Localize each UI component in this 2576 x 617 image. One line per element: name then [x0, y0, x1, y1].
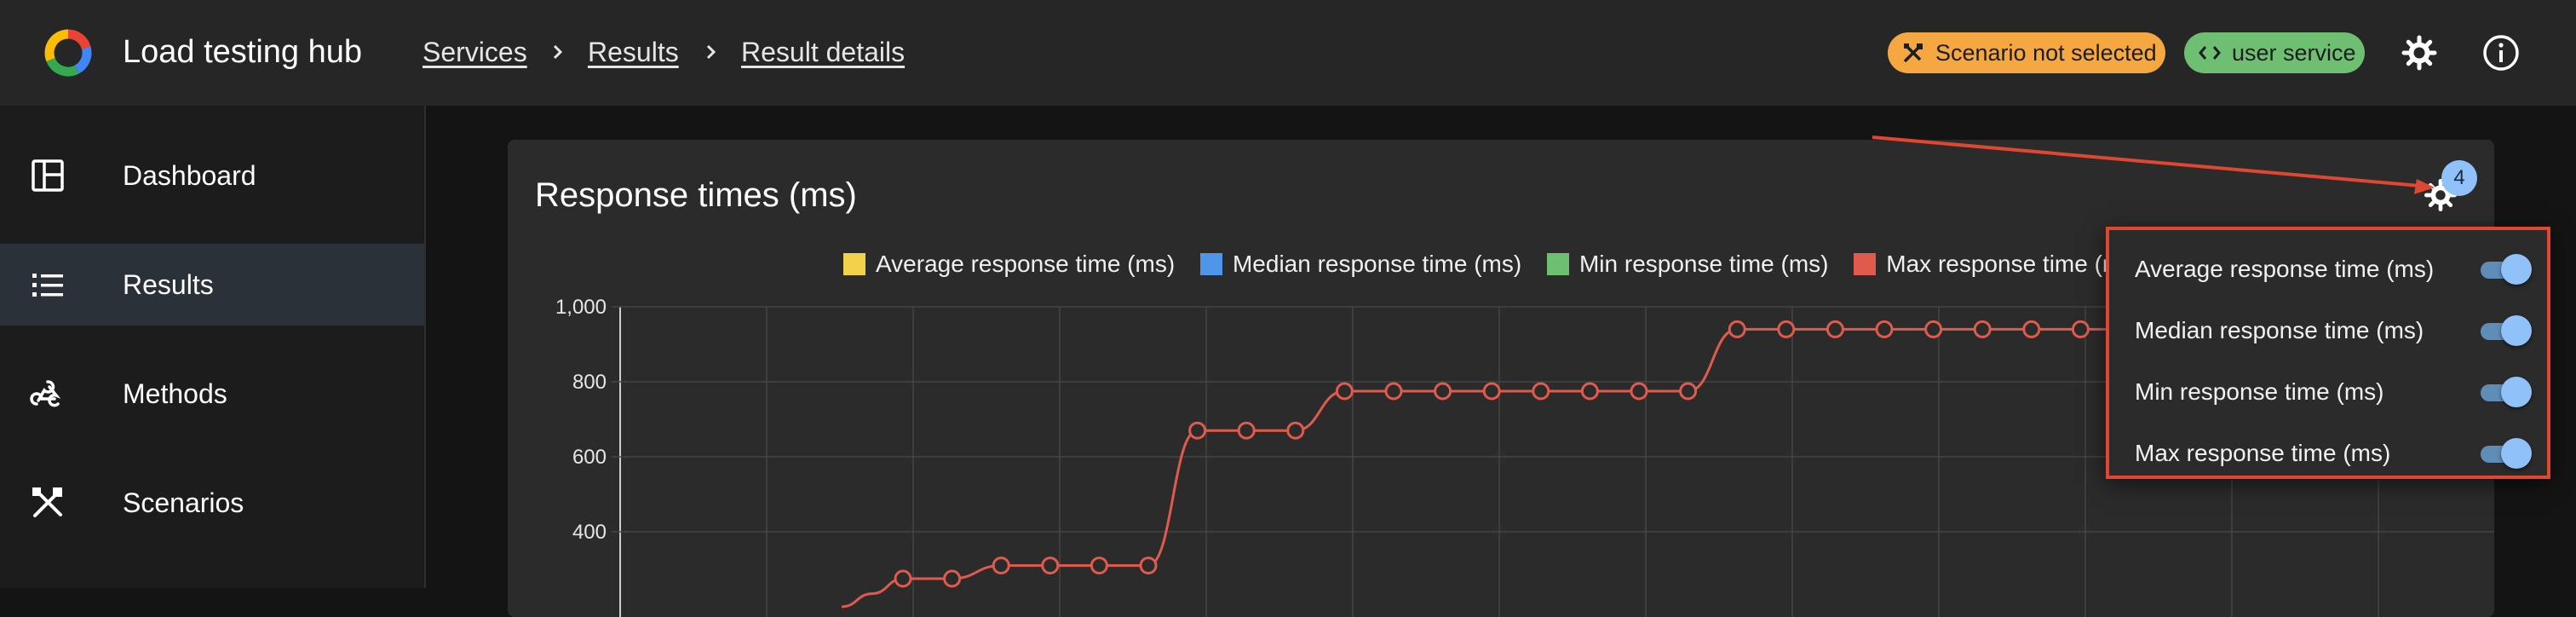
settings-count-badge: 4: [2441, 160, 2477, 196]
data-point-max: [1777, 320, 1796, 338]
app-header: Load testing hub Services Results Result…: [0, 0, 2576, 106]
data-point-max: [1532, 382, 1550, 401]
data-point-max: [1237, 421, 1256, 440]
card-title: Response times (ms): [535, 176, 857, 214]
service-chip-label: user service: [2232, 40, 2356, 66]
data-point-max: [1482, 382, 1501, 401]
series-toggle-row-average: Average response time (ms): [2135, 249, 2532, 290]
legend-label: Median response time (ms): [1232, 251, 1522, 277]
sidebar-item-label: Methods: [123, 378, 227, 409]
data-point-max: [1286, 421, 1305, 440]
settings-gear-icon[interactable]: [2399, 32, 2440, 73]
breadcrumb-result-details[interactable]: Result details: [741, 34, 905, 70]
app-title[interactable]: Load testing hub: [123, 32, 362, 72]
data-point-max: [1188, 421, 1207, 440]
median-series-toggle[interactable]: [2481, 315, 2532, 346]
y-tick-label: 1,000: [555, 296, 607, 319]
app-logo-icon[interactable]: [43, 27, 94, 78]
series-toggle-label: Median response time (ms): [2135, 317, 2424, 343]
switch-thumb: [2501, 377, 2532, 407]
series-toggle-label: Average response time (ms): [2135, 256, 2435, 282]
data-point-max: [1580, 382, 1599, 401]
series-toggle-row-min: Min response time (ms): [2135, 372, 2532, 412]
scenario-status-chip[interactable]: Scenario not selected: [1888, 32, 2165, 73]
data-point-max: [1384, 382, 1403, 401]
webhook-icon: [30, 380, 61, 407]
sidebar-item-scenarios[interactable]: Scenarios: [0, 462, 424, 544]
tools-icon: [32, 487, 62, 517]
data-point-max: [2071, 320, 2090, 338]
legend-swatch: [843, 253, 865, 275]
series-toggle-row-max: Max response time (ms): [2135, 433, 2532, 474]
sidebar-item-label: Scenarios: [123, 487, 244, 518]
legend-label: Min response time (ms): [1578, 251, 1829, 277]
chevron-right-icon: [553, 44, 563, 60]
sidebar-item-results[interactable]: Results: [0, 244, 424, 326]
legend-label: Average response time (ms): [876, 251, 1176, 277]
series-toggle-label: Min response time (ms): [2135, 378, 2384, 405]
data-point-max: [1973, 320, 1992, 338]
dashboard-icon: [32, 159, 64, 192]
sidebar-item-methods[interactable]: Methods: [0, 353, 424, 435]
legend-swatch: [1854, 253, 1877, 275]
legend-item-average[interactable]: Average response time (ms): [843, 247, 1175, 281]
switch-thumb: [2501, 315, 2532, 346]
sidebar-item-dashboard[interactable]: Dashboard: [0, 135, 424, 216]
data-point-max: [1434, 382, 1452, 401]
chevron-right-icon: [706, 44, 716, 60]
data-point-max: [894, 569, 912, 588]
sidebar-item-label: Dashboard: [123, 160, 256, 191]
tools-icon: [1903, 43, 1923, 63]
data-point-max: [1090, 556, 1108, 575]
data-point-max: [1875, 320, 1894, 338]
breadcrumb-services[interactable]: Services: [423, 34, 527, 70]
data-point-max: [992, 556, 1010, 575]
y-tick-label: 800: [572, 371, 607, 394]
code-icon: [2199, 46, 2221, 60]
info-icon[interactable]: [2481, 32, 2521, 73]
data-point-max: [1041, 556, 1060, 575]
service-chip[interactable]: user service: [2184, 32, 2365, 73]
data-point-max: [1728, 320, 1746, 338]
data-point-max: [1139, 556, 1158, 575]
series-settings-popup: Average response time (ms) Median respon…: [2106, 227, 2550, 479]
breadcrumb-results[interactable]: Results: [588, 34, 679, 70]
max-series-toggle[interactable]: [2481, 438, 2532, 469]
series-toggle-row-median: Median response time (ms): [2135, 310, 2532, 351]
sidebar-item-label: Results: [123, 269, 214, 300]
data-point-max: [943, 569, 962, 588]
switch-thumb: [2501, 254, 2532, 285]
legend-item-max[interactable]: Max response time (ms): [1854, 247, 2142, 281]
legend-label: Max response time (ms): [1886, 251, 2142, 277]
legend-swatch: [1546, 253, 1569, 275]
chart-legend: Average response time (ms) Median respon…: [843, 247, 2161, 281]
data-point-max: [1630, 382, 1648, 401]
legend-item-min[interactable]: Min response time (ms): [1546, 247, 1829, 281]
data-point-max: [1924, 320, 1943, 338]
scenario-chip-label: Scenario not selected: [1935, 40, 2157, 66]
list-icon: [32, 274, 63, 297]
legend-item-median[interactable]: Median response time (ms): [1199, 247, 1522, 281]
switch-thumb: [2501, 438, 2532, 469]
sidebar: Dashboard Results Methods Scenarios: [0, 106, 426, 588]
data-point-max: [1335, 382, 1354, 401]
legend-swatch: [1199, 253, 1222, 275]
y-tick-label: 400: [572, 521, 607, 544]
data-point-max: [2022, 320, 2041, 338]
min-series-toggle[interactable]: [2481, 377, 2532, 407]
series-toggle-label: Max response time (ms): [2135, 440, 2391, 466]
data-point-max: [1679, 382, 1698, 401]
data-point-max: [1826, 320, 1844, 338]
y-tick-label: 600: [572, 446, 607, 469]
average-series-toggle[interactable]: [2481, 254, 2532, 285]
